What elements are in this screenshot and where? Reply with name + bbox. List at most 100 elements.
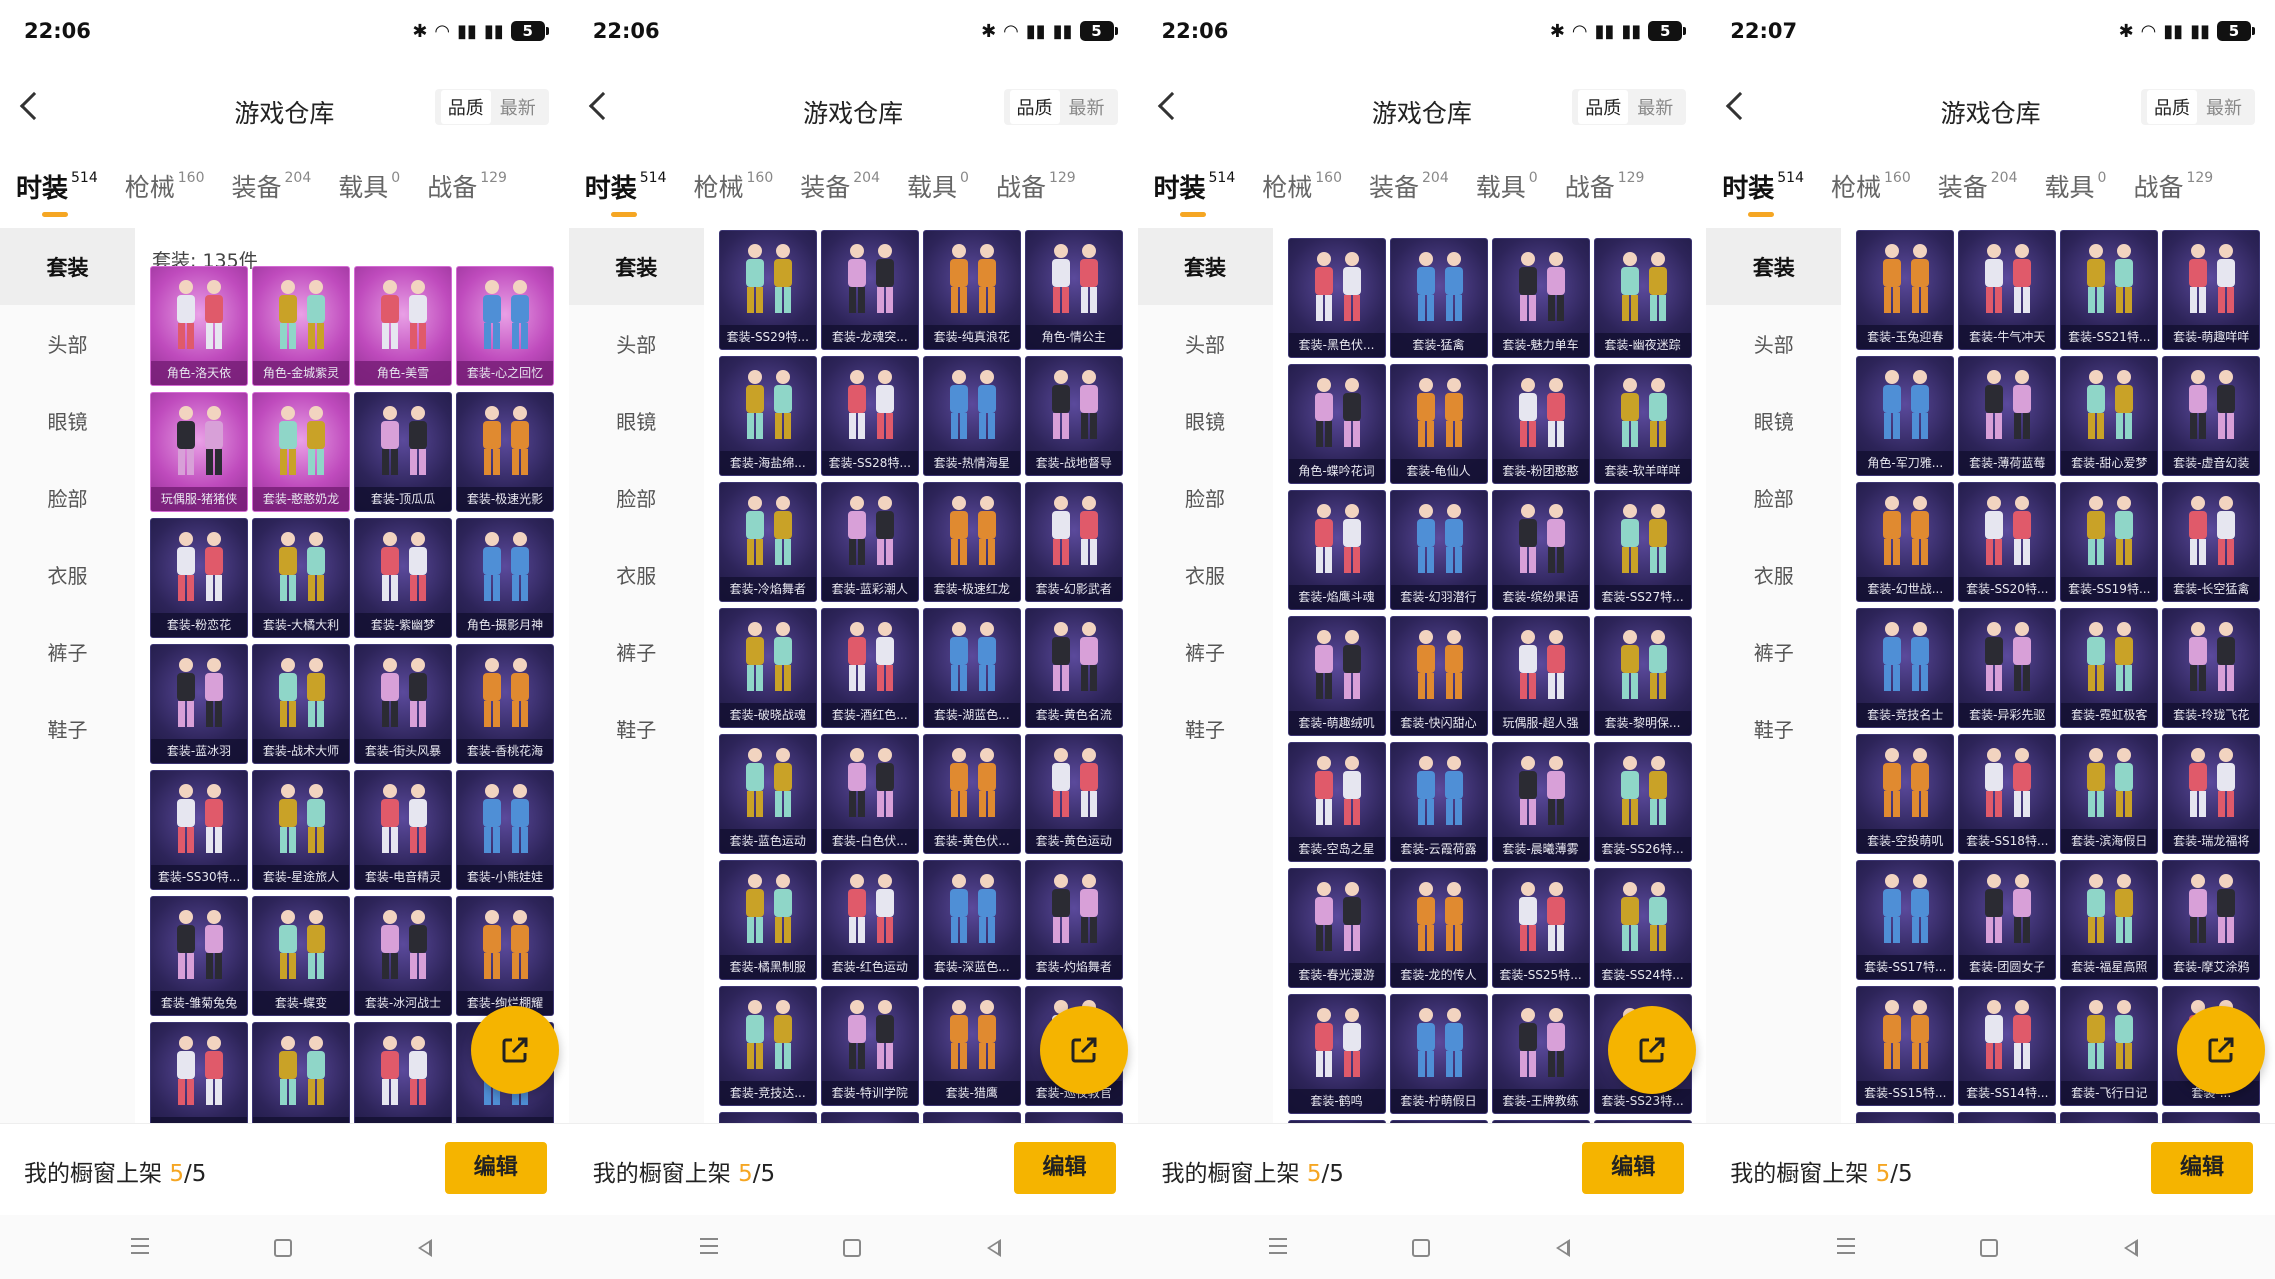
outfit-card[interactable]: 角色-美雪 xyxy=(354,266,452,386)
outfit-card[interactable]: 套装-SS28特... xyxy=(820,356,919,476)
outfit-card[interactable]: 套装-王牌教练 xyxy=(1491,994,1590,1114)
sidebar-item-5[interactable]: 裤子 xyxy=(0,613,135,690)
outfit-card[interactable]: 套装-黄色运动 xyxy=(1024,734,1123,854)
outfit-card[interactable]: 套装-蝶变 xyxy=(252,896,350,1016)
tab-3[interactable]: 载具 0 xyxy=(1476,168,1538,228)
sidebar-item-0[interactable]: 套装 xyxy=(568,228,704,305)
outfit-card[interactable]: 套装-纯真浪花 xyxy=(922,230,1021,350)
outfit-card[interactable] xyxy=(820,1112,919,1123)
share-fab-button[interactable] xyxy=(1608,1006,1697,1094)
sort-quality-button[interactable]: 品质 xyxy=(1009,90,1060,124)
outfit-card[interactable]: 套装-龙魂突... xyxy=(820,230,919,350)
outfit-card[interactable]: 套装-快闪甜心 xyxy=(1389,616,1488,736)
outfit-card[interactable]: 套装-破晓战魂 xyxy=(718,608,817,728)
outfit-card[interactable]: 套装-特训学院 xyxy=(820,986,919,1106)
tab-0[interactable]: 时装 514 xyxy=(585,168,667,228)
outfit-card[interactable]: 套装-幻羽潜行 xyxy=(1389,490,1488,610)
outfit-card[interactable]: 套装-SS27特... xyxy=(1593,490,1692,610)
share-fab-button[interactable] xyxy=(1039,1006,1128,1094)
sort-quality-button[interactable]: 品质 xyxy=(440,90,491,124)
outfit-card[interactable]: 套装-深蓝色... xyxy=(922,860,1021,980)
outfit-card[interactable]: 套装-幽夜迷踪 xyxy=(1593,238,1692,358)
sidebar-item-3[interactable]: 脸部 xyxy=(1138,459,1273,536)
outfit-card[interactable]: 套装-街头风暴 xyxy=(354,644,452,764)
sidebar-item-6[interactable]: 鞋子 xyxy=(569,690,704,767)
outfit-card[interactable]: 套装-大橘大利 xyxy=(252,518,350,638)
sidebar-item-5[interactable]: 裤子 xyxy=(1706,613,1841,690)
outfit-card[interactable]: 套装-瑞龙福将 xyxy=(2162,734,2261,854)
outfit-card[interactable]: 玩偶服-猪猪侠 xyxy=(150,392,248,512)
outfit-card[interactable]: 套装-黄色伏... xyxy=(922,734,1021,854)
tab-1[interactable]: 枪械 160 xyxy=(1262,168,1342,228)
share-fab-button[interactable] xyxy=(2177,1006,2265,1094)
outfit-card[interactable]: 套装-白色伏... xyxy=(820,734,919,854)
tab-4[interactable]: 战备 129 xyxy=(427,168,507,228)
home-icon[interactable] xyxy=(1406,1233,1436,1263)
outfit-card[interactable]: 套装-长空猛禽 xyxy=(2162,482,2261,602)
sort-quality-button[interactable]: 品质 xyxy=(1578,90,1629,124)
sort-latest-button[interactable]: 最新 xyxy=(2199,90,2249,124)
sidebar-item-3[interactable]: 脸部 xyxy=(569,459,704,536)
outfit-card[interactable]: 套装-SS18特... xyxy=(1958,734,2057,854)
sidebar-item-0[interactable]: 套装 xyxy=(0,228,135,305)
outfit-card[interactable]: 套装-萌趣咩咩 xyxy=(2162,230,2261,350)
outfit-card[interactable]: 套装-萌趣绒叽 xyxy=(1287,616,1386,736)
outfit-card[interactable]: 套装-柠萌假日 xyxy=(1389,994,1488,1114)
outfit-card[interactable]: 套装-粉团憨憨 xyxy=(1491,364,1590,484)
outfit-card[interactable]: 套装-战地督导 xyxy=(1024,356,1123,476)
outfit-card[interactable]: 套装-战术大师 xyxy=(252,644,350,764)
outfit-card[interactable]: 套装-SS14特... xyxy=(1958,986,2057,1106)
outfit-card[interactable]: 套装-海盐绵... xyxy=(718,356,817,476)
outfit-card[interactable]: 套装-SS29特... xyxy=(718,230,817,350)
outfit-card[interactable] xyxy=(1856,1112,1955,1123)
sidebar-item-2[interactable]: 眼镜 xyxy=(569,382,704,459)
outfit-card[interactable]: 套装-春光漫游 xyxy=(1287,868,1386,988)
outfit-card[interactable]: 套装-顶瓜瓜 xyxy=(354,392,452,512)
outfit-card[interactable]: 套装-软羊咩咩 xyxy=(1593,364,1692,484)
outfit-card[interactable]: 套装-黑色伏... xyxy=(1287,238,1386,358)
outfit-card[interactable]: 套装-幻世战... xyxy=(1856,482,1955,602)
outfit-card[interactable]: 套装-紫幽梦 xyxy=(354,518,452,638)
outfit-card[interactable]: 套装-SS19特... xyxy=(2060,482,2159,602)
outfit-card[interactable]: 套装-心之回忆 xyxy=(456,266,554,386)
outfit-card[interactable]: 套装-薄荷蓝莓 xyxy=(1958,356,2057,476)
sidebar-item-3[interactable]: 脸部 xyxy=(1706,459,1841,536)
outfit-card[interactable] xyxy=(2060,1112,2159,1123)
outfit-card[interactable]: 套装-灼焰舞者 xyxy=(1024,860,1123,980)
sidebar-item-4[interactable]: 衣服 xyxy=(569,536,704,613)
menu-icon[interactable] xyxy=(125,1233,155,1263)
outfit-card[interactable]: 套装-云霞荷露 xyxy=(1389,742,1488,862)
sidebar-item-4[interactable]: 衣服 xyxy=(1706,536,1841,613)
sort-latest-button[interactable]: 最新 xyxy=(1062,90,1112,124)
outfit-card[interactable]: 套装-竞技达... xyxy=(718,986,817,1106)
outfit-card[interactable]: 套装-SS20特... xyxy=(1958,482,2057,602)
outfit-card[interactable]: 套装-霓虹极客 xyxy=(2060,608,2159,728)
outfit-card[interactable]: 套装-猎鹰 xyxy=(922,986,1021,1106)
outfit-card[interactable] xyxy=(150,1022,248,1123)
outfit-card[interactable]: 套装-冷焰舞者 xyxy=(718,482,817,602)
tab-1[interactable]: 枪械 160 xyxy=(125,168,205,228)
tab-3[interactable]: 载具 0 xyxy=(907,168,969,228)
outfit-card[interactable]: 套装-玲珑飞花 xyxy=(2162,608,2261,728)
outfit-card[interactable]: 套装-SS17特... xyxy=(1856,860,1955,980)
sort-quality-button[interactable]: 品质 xyxy=(2147,90,2197,124)
outfit-card[interactable]: 套装-极速红龙 xyxy=(922,482,1021,602)
sidebar-item-1[interactable]: 头部 xyxy=(1138,305,1273,382)
outfit-card[interactable]: 套装-团圆女子 xyxy=(1958,860,2057,980)
outfit-card[interactable]: 套装-极速光影 xyxy=(456,392,554,512)
outfit-card[interactable]: 套装-焰鹰斗魂 xyxy=(1287,490,1386,610)
tab-2[interactable]: 装备 204 xyxy=(1938,168,2018,228)
sidebar-item-6[interactable]: 鞋子 xyxy=(1138,690,1273,767)
outfit-card[interactable]: 套装-雏菊兔兔 xyxy=(150,896,248,1016)
outfit-card[interactable] xyxy=(718,1112,817,1123)
outfit-card[interactable]: 套装-酒红色... xyxy=(820,608,919,728)
outfit-card[interactable]: 套装-龟仙人 xyxy=(1389,364,1488,484)
sidebar-item-2[interactable]: 眼镜 xyxy=(0,382,135,459)
outfit-card[interactable] xyxy=(2162,1112,2261,1123)
tab-4[interactable]: 战备 129 xyxy=(996,168,1076,228)
outfit-card[interactable] xyxy=(1024,1112,1123,1123)
outfit-card[interactable]: 套装-猛禽 xyxy=(1389,238,1488,358)
edit-button[interactable]: 编辑 xyxy=(1013,1142,1116,1194)
tab-3[interactable]: 载具 0 xyxy=(338,168,400,228)
outfit-card[interactable]: 套装-SS26特... xyxy=(1593,742,1692,862)
